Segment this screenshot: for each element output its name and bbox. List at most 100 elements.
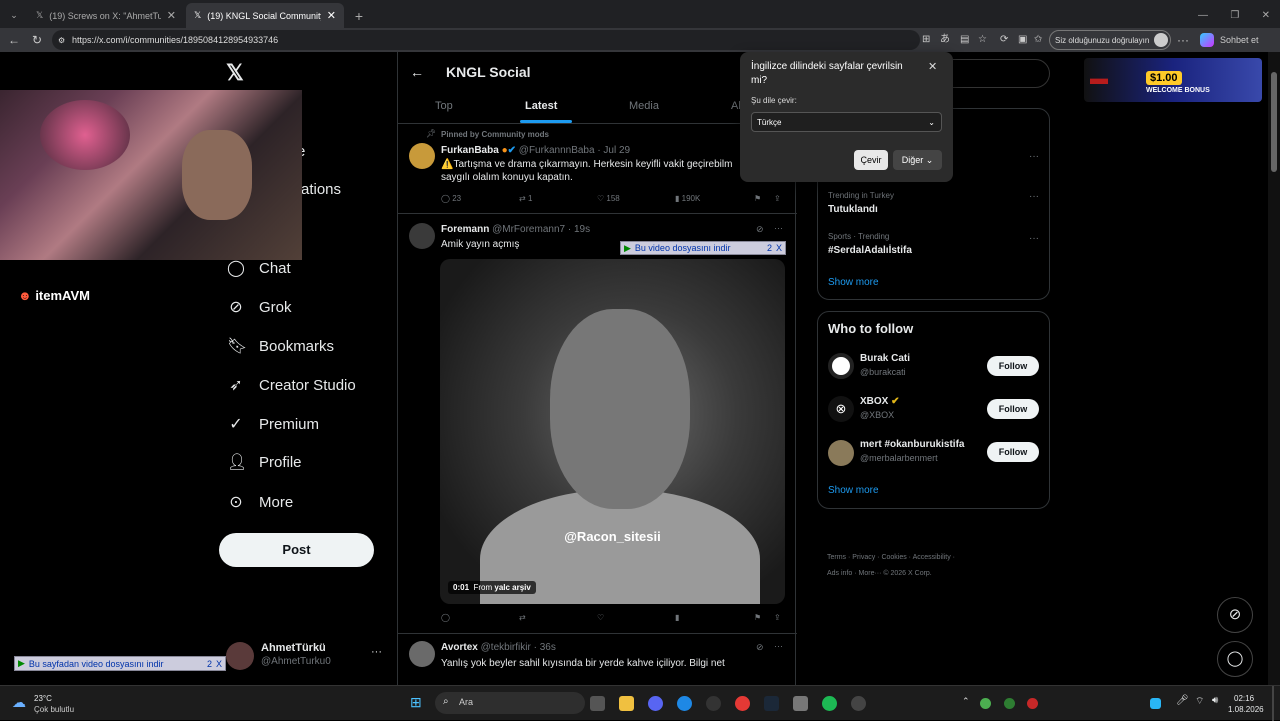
language-select[interactable]: Türkçe ⌄ (751, 112, 942, 132)
page-scrollbar[interactable] (1268, 52, 1280, 685)
messages-float-button[interactable]: ◯ (1217, 641, 1253, 677)
other-options-button[interactable]: Diğer ⌄ (893, 150, 942, 170)
x-home-logo[interactable]: 𝕏 (226, 60, 244, 86)
video-download-bar[interactable]: ▶ Bu video dosyasını indir 2X (620, 241, 786, 255)
close-tab-icon[interactable]: ✕ (327, 9, 336, 22)
footer-line-1[interactable]: Terms · Privacy · Cookies · Accessibilit… (827, 550, 1057, 566)
views-button[interactable]: ▮ (675, 613, 679, 622)
scrollbar-thumb[interactable] (1271, 72, 1277, 172)
tweet-more-icon[interactable]: ··· (774, 223, 783, 233)
browser-tab-2[interactable]: 𝕏 (19) KNGL Social Community / X ✕ (186, 3, 344, 28)
trend-title[interactable]: Tutuklandı (828, 204, 878, 215)
extensions-icon[interactable]: ⟳ (1000, 32, 1008, 48)
task-view-icon[interactable] (590, 696, 605, 711)
app2-icon[interactable] (793, 696, 808, 711)
show-desktop-button[interactable] (1272, 686, 1274, 721)
back-icon[interactable]: ← (8, 32, 20, 48)
settings-more-icon[interactable]: ··· (1177, 32, 1189, 48)
app-available-icon[interactable]: ⊞ (922, 32, 930, 48)
share-button[interactable]: ⇪ (774, 194, 781, 203)
reader-icon[interactable]: ▤ (960, 32, 969, 48)
nav-bookmarks[interactable]: 🔖︎ Bookmarks (227, 336, 334, 356)
split-screen-icon[interactable]: ▣ (1018, 32, 1027, 48)
trend-more-icon[interactable]: ··· (1029, 191, 1039, 202)
tab-top[interactable]: Top (435, 100, 453, 112)
like-button[interactable]: ♡ 158 (597, 194, 620, 203)
wifi-icon[interactable]: ⌔ (1195, 695, 1204, 708)
tweet-text-only[interactable]: Avortex @tekbirfikir · 36s ⊘ ··· Yanlış … (398, 635, 797, 685)
tray-chevron-icon[interactable]: ⌃ (962, 696, 970, 707)
nav-profile[interactable]: 👤︎ Profile (227, 452, 302, 472)
grok-tweet-icon[interactable]: ⊘ (756, 642, 764, 653)
nav-creator-studio[interactable]: ➶ Creator Studio (227, 375, 355, 395)
back-arrow-icon[interactable]: ← (410, 64, 424, 80)
like-button[interactable]: ♡ (597, 613, 604, 622)
copilot-icon[interactable] (1200, 33, 1214, 47)
tab-list-button[interactable]: ⌄ (4, 3, 24, 28)
follow-button[interactable]: Follow (987, 356, 1039, 376)
follow-button[interactable]: Follow (987, 399, 1039, 419)
app3-icon[interactable] (851, 696, 866, 711)
translate-icon[interactable]: あ (940, 32, 950, 48)
maximize-icon[interactable]: ❐ (1230, 10, 1239, 21)
spotify-icon[interactable] (822, 696, 837, 711)
minimize-icon[interactable]: — (1198, 10, 1208, 21)
address-bar[interactable]: ⚙ https://x.com/i/communities/1895084128… (52, 30, 920, 50)
volume-icon[interactable]: 🔊︎ (1212, 695, 1218, 706)
tray-icon[interactable] (980, 698, 991, 709)
reply-button[interactable]: ◯ (441, 613, 450, 622)
tweet-author[interactable]: FurkanBaba ●✔ @FurkannnBaba · Jul 29 (441, 145, 630, 156)
casino-ad-banner[interactable]: $1.00 WELCOME BONUS ▬ (1084, 58, 1262, 102)
new-tab-button[interactable]: + (348, 3, 370, 28)
avatar[interactable] (409, 641, 435, 667)
reply-button[interactable]: ◯ 23 (441, 194, 461, 203)
post-button[interactable]: Post (219, 533, 374, 567)
favorite-star-icon[interactable]: ☆ (978, 32, 987, 48)
tweet-pinned[interactable]: 📌︎ Pinned by Community mods FurkanBaba ●… (398, 125, 797, 214)
avatar[interactable] (409, 143, 435, 169)
start-icon[interactable]: ⊞ (410, 694, 422, 711)
discord-icon[interactable] (648, 696, 663, 711)
share-button[interactable]: ⇪ (774, 613, 781, 622)
suggested-user-name[interactable]: mert #okanburukistifa (860, 439, 964, 450)
favorites-icon[interactable]: ✩ (1034, 32, 1042, 48)
file-explorer-icon[interactable] (619, 696, 634, 711)
clock-date[interactable]: 1.08.2026 (1228, 705, 1264, 714)
trend-more-icon[interactable]: ··· (1029, 151, 1039, 162)
chrome-icon[interactable] (735, 696, 750, 711)
tweet-author[interactable]: Foremann @MrForemann7 · 19s (441, 224, 590, 235)
weather-icon[interactable]: ☁ (12, 694, 26, 711)
views-button[interactable]: ▮ 190K (675, 194, 700, 203)
repost-button[interactable]: ⇄ 1 (519, 194, 532, 203)
tab-media[interactable]: Media (629, 100, 659, 112)
site-info-icon[interactable]: ⚙ (58, 36, 65, 45)
copilot-label[interactable]: Sohbet et (1220, 32, 1259, 48)
bookmark-button[interactable]: ⚑ (754, 194, 761, 203)
browser-tab-1[interactable]: 𝕏 (19) Screws on X: "AhmetTurku Bu... ✕ (28, 3, 184, 28)
nav-premium[interactable]: ✓ Premium (227, 414, 319, 434)
who-to-follow-show-more[interactable]: Show more (828, 485, 879, 496)
nav-grok[interactable]: ⊘ Grok (227, 297, 291, 317)
nav-chat[interactable]: ◯ Chat (227, 258, 291, 278)
app-icon[interactable] (706, 696, 721, 711)
grok-tweet-icon[interactable]: ⊘ (756, 224, 764, 235)
tray-icon[interactable] (1004, 698, 1015, 709)
itemavm-logo[interactable]: ☻ itemAVM (18, 288, 90, 303)
account-more-icon[interactable]: ··· (371, 646, 382, 658)
avatar[interactable] (828, 353, 854, 379)
suggested-user-name[interactable]: Burak Cati (860, 353, 910, 364)
steam-icon[interactable] (764, 696, 779, 711)
trend-title[interactable]: #SerdalAdalıİstifa (828, 245, 912, 256)
repost-button[interactable]: ⇄ (519, 613, 526, 622)
reload-icon[interactable]: ↻ (32, 32, 42, 48)
tray-icon[interactable] (1027, 698, 1038, 709)
download-close[interactable]: X (216, 659, 222, 669)
suggested-user-name[interactable]: XBOX ✔ (860, 396, 900, 407)
close-icon[interactable]: ✕ (928, 60, 937, 73)
tweet-video-player[interactable]: @Racon_sitesii 0:01 From yalc arşiv (440, 259, 785, 604)
nav-more[interactable]: ⊙ More (227, 492, 293, 512)
bookmark-button[interactable]: ⚑ (754, 613, 761, 622)
page-download-bar[interactable]: ▶ Bu sayfadan video dosyasını indir 2X (14, 656, 226, 671)
mic-icon[interactable]: 🎤︎ (1176, 695, 1189, 706)
trends-show-more[interactable]: Show more (828, 277, 879, 288)
